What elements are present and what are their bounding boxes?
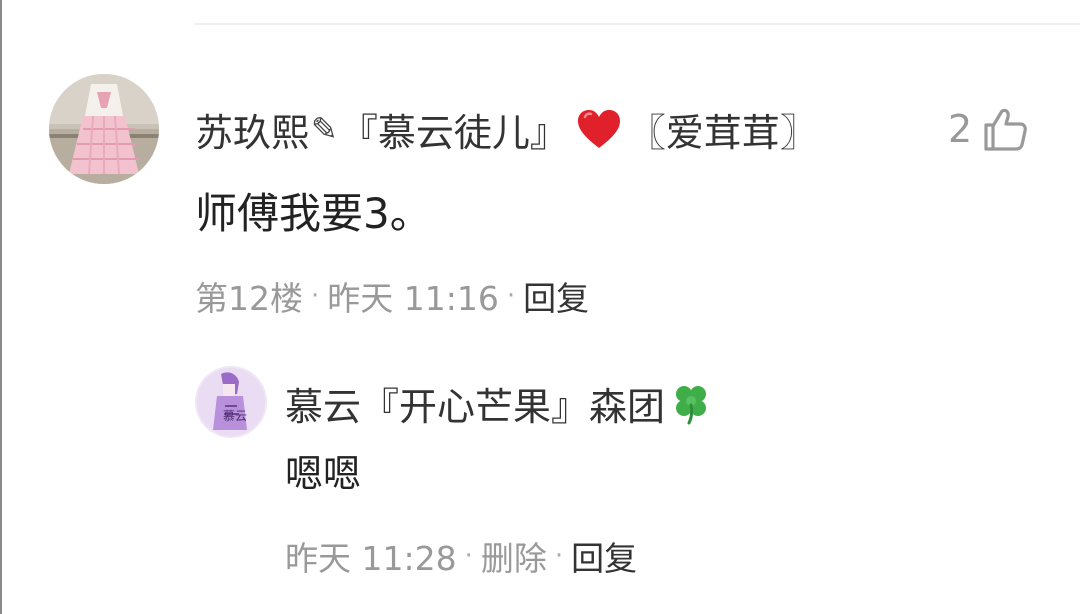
floor-label: 第12楼 <box>195 279 303 318</box>
separator-dot: · <box>311 281 320 311</box>
four-leaf-clover-icon <box>669 381 713 425</box>
username-tag: 『慕云徒儿』 <box>339 110 568 155</box>
svg-text:慕云: 慕云 <box>223 409 247 423</box>
reply-meta: 昨天 11:28 · 删除 · 回复 <box>285 532 637 580</box>
comment-username[interactable]: 苏玖熙 ✎ 『慕云徒儿』 〖爱茸茸〗 <box>195 104 818 155</box>
username-badge: 〖爱茸茸〗 <box>627 110 818 155</box>
comment-thread: 苏玖熙 ✎ 『慕云徒儿』 〖爱茸茸〗 2 师傅我要3。 第12楼 · 昨天 11… <box>0 0 1080 614</box>
reply-avatar[interactable]: 慕云 <box>195 366 267 438</box>
separator-dot: · <box>554 541 564 571</box>
reply-reply-button[interactable]: 回复 <box>571 532 637 580</box>
reply-text: 嗯嗯 <box>285 452 362 496</box>
username-text: 苏玖熙 <box>195 110 310 155</box>
reply-username-text: 慕云『开心芒果』森团 <box>285 384 666 429</box>
avatar[interactable] <box>49 74 159 184</box>
comment-text: 师傅我要3。 <box>195 189 432 238</box>
like-button[interactable]: 2 <box>948 102 1028 156</box>
reply-avatar-image: 慕云 <box>195 366 267 438</box>
reply-button[interactable]: 回复 <box>523 272 589 320</box>
separator-dot: · <box>506 281 516 311</box>
avatar-image <box>49 74 159 184</box>
pencil-icon: ✎ <box>311 110 338 148</box>
separator-dot: · <box>464 541 473 571</box>
like-count: 2 <box>948 107 973 151</box>
comment-meta: 第12楼 · 昨天 11:16 · 回复 <box>195 272 589 320</box>
top-divider <box>194 23 1080 25</box>
thumbs-up-icon <box>984 108 1028 151</box>
reply-username[interactable]: 慕云『开心芒果』森团 <box>285 378 713 429</box>
reply-timestamp: 昨天 11:28 <box>285 539 457 578</box>
heart-icon <box>576 108 622 150</box>
timestamp: 昨天 11:16 <box>327 279 499 318</box>
delete-button[interactable]: 删除 <box>481 532 547 580</box>
